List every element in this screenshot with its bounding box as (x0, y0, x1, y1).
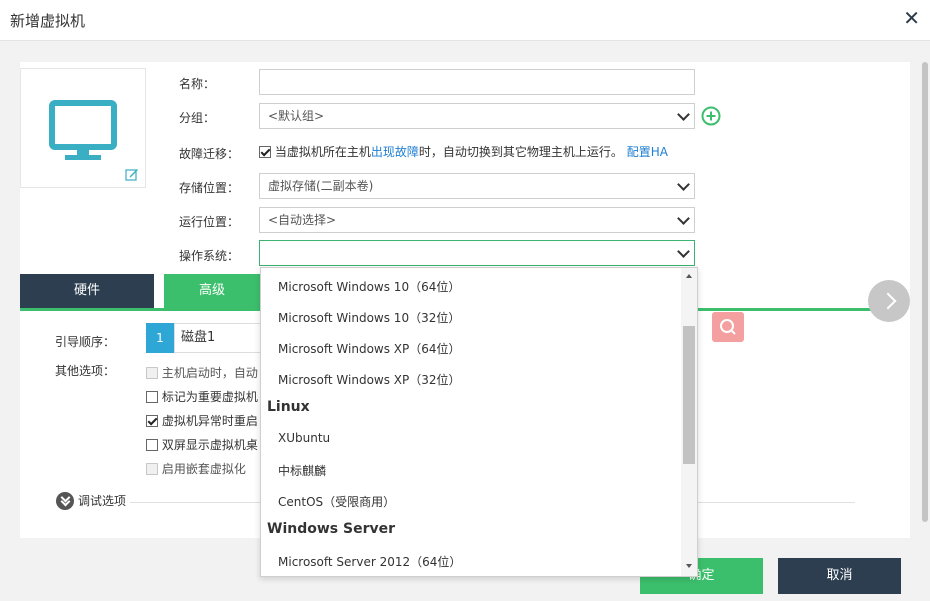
group-select-value: <默认组> (268, 109, 325, 123)
debug-options-label: 调试选项 (78, 494, 127, 508)
cancel-button[interactable]: 取消 (778, 558, 901, 594)
option-label: 标记为重要虚拟机 (161, 390, 258, 404)
option-checkbox[interactable] (146, 439, 158, 451)
os-option[interactable]: Microsoft Windows 10（32位） (278, 309, 460, 326)
option-auto-start[interactable]: 主机启动时，自动 (146, 364, 258, 381)
close-icon[interactable]: ✕ (903, 6, 920, 30)
failover-label: 故障迁移： (179, 147, 240, 161)
page-scrollbar[interactable] (922, 62, 928, 522)
expand-icon (56, 492, 74, 510)
os-option[interactable]: Microsoft Server 2012（64位） (278, 553, 461, 570)
search-icon[interactable] (712, 312, 744, 342)
chevron-down-icon (677, 108, 690, 121)
os-select[interactable] (259, 240, 695, 266)
os-group-header: Windows Server (267, 521, 395, 537)
other-options-label: 其他选项： (55, 364, 116, 378)
option-label: 启用嵌套虚拟化 (161, 462, 246, 476)
name-label: 名称： (179, 77, 216, 91)
option-dual-screen[interactable]: 双屏显示虚拟机桌 (146, 436, 258, 453)
os-label: 操作系统： (179, 249, 240, 263)
boot-device[interactable]: 磁盘1 (174, 323, 264, 353)
chevron-down-icon (677, 212, 690, 225)
os-option[interactable]: Microsoft Windows 10（64位） (278, 278, 460, 295)
next-arrow-icon[interactable] (868, 280, 910, 322)
os-option[interactable]: CentOS（受限商用） (278, 493, 395, 510)
dialog-title: 新增虚拟机 (10, 12, 86, 30)
tab-advanced[interactable]: 高级 (164, 274, 260, 308)
dialog-titlebar: 新增虚拟机 ✕ (0, 0, 930, 41)
dropdown-scrollbar-thumb[interactable] (683, 326, 695, 464)
add-group-icon[interactable] (701, 106, 721, 126)
chevron-down-icon (677, 178, 690, 191)
run-location-label: 运行位置： (179, 215, 240, 229)
boot-order-label: 引导顺序： (55, 335, 116, 349)
os-option[interactable]: Microsoft Windows XP（64位） (278, 340, 461, 357)
os-dropdown-list[interactable]: Microsoft Windows 10（64位） Microsoft Wind… (260, 267, 698, 577)
option-label: 虚拟机异常时重启 (161, 414, 258, 428)
option-restart-on-error[interactable]: 虚拟机异常时重启 (146, 412, 258, 429)
os-option[interactable]: XUbuntu (278, 431, 330, 445)
name-input[interactable] (259, 69, 695, 95)
run-location-select[interactable]: <自动选择> (259, 207, 695, 233)
failover-checkbox[interactable] (259, 146, 271, 158)
option-checkbox[interactable] (146, 367, 158, 379)
scroll-up-icon[interactable] (686, 274, 692, 278)
group-select[interactable]: <默认组> (259, 103, 695, 129)
failover-text-2: 时，自动切换到其它物理主机上运行。 (418, 145, 623, 159)
option-nested-virtualization[interactable]: 启用嵌套虚拟化 (146, 460, 246, 477)
option-label: 双屏显示虚拟机桌 (161, 438, 258, 452)
failover-option: 当虚拟机所在主机出现故障时，自动切换到其它物理主机上运行。 配置HA (259, 143, 668, 160)
storage-select-value: 虚拟存储(二副本卷) (268, 179, 374, 193)
storage-label: 存储位置： (179, 181, 240, 195)
scroll-down-icon[interactable] (686, 564, 692, 568)
fault-link[interactable]: 出现故障 (371, 145, 419, 159)
group-label: 分组： (179, 111, 216, 125)
os-option[interactable]: Microsoft Windows XP（32位） (278, 371, 461, 388)
edit-icon[interactable] (125, 167, 139, 181)
option-checkbox[interactable] (146, 415, 158, 427)
option-checkbox[interactable] (146, 391, 158, 403)
boot-order-index: 1 (146, 323, 174, 353)
run-location-value: <自动选择> (268, 213, 337, 227)
tab-hardware[interactable]: 硬件 (20, 274, 154, 308)
os-option[interactable]: 中标麒麟 (278, 462, 326, 479)
vm-avatar (20, 68, 146, 188)
chevron-down-icon (677, 245, 690, 258)
option-checkbox[interactable] (146, 463, 158, 475)
debug-options-toggle[interactable]: 调试选项 (56, 492, 126, 510)
os-group-header: Linux (267, 399, 310, 415)
configure-ha-link[interactable]: 配置HA (627, 145, 668, 159)
failover-text-1: 当虚拟机所在主机 (274, 145, 371, 159)
option-important-vm[interactable]: 标记为重要虚拟机 (146, 388, 258, 405)
storage-select[interactable]: 虚拟存储(二副本卷) (259, 173, 695, 199)
option-label: 主机启动时，自动 (161, 366, 258, 380)
